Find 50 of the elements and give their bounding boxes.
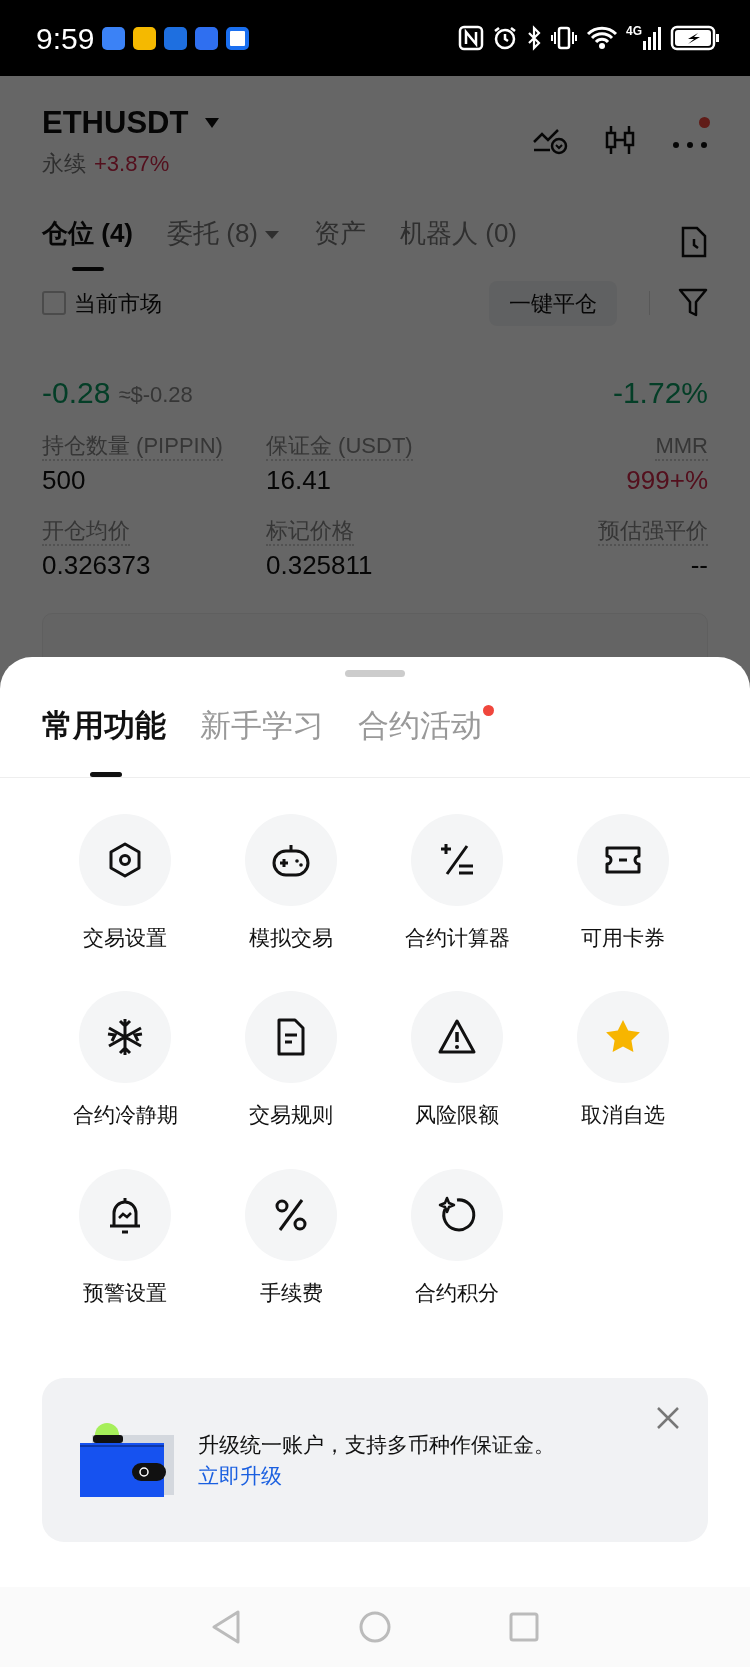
menu-item[interactable]: 风险限额: [374, 991, 540, 1131]
usb-app-icon: [102, 26, 126, 50]
bluetooth-icon: [526, 25, 542, 51]
tab-indicator: [71, 266, 104, 271]
field-value: 999+%: [626, 463, 708, 497]
wifi-icon: [586, 25, 618, 51]
snowflake-icon: [105, 1017, 145, 1057]
caret-icon[interactable]: [204, 117, 221, 130]
weibo-app-icon: [133, 26, 157, 50]
upgrade-link[interactable]: 立即升级: [198, 1460, 282, 1492]
menu-item[interactable]: 可用卡券: [540, 813, 706, 953]
menu-item[interactable]: 交易设置: [42, 813, 208, 953]
menu-item[interactable]: 合约积分: [374, 1168, 540, 1308]
field-value: 16.41: [266, 463, 332, 497]
banner-text: 升级统一账户，支持多币种作保证金。: [198, 1431, 555, 1458]
menu-item[interactable]: 取消自选: [540, 991, 706, 1131]
field-value: 0.326373: [42, 549, 151, 583]
menu-item[interactable]: 交易规则: [208, 991, 374, 1131]
drag-handle[interactable]: [345, 670, 405, 677]
close-icon[interactable]: [656, 1406, 680, 1430]
price-change: +3.87%: [94, 149, 170, 178]
tab[interactable]: 仓位 (4): [42, 213, 133, 253]
traffic-app-icon: [164, 26, 188, 50]
nfc-icon: [458, 25, 484, 51]
ring-app-icon: [226, 26, 250, 50]
clock-time: 9:59: [36, 20, 95, 57]
menu-item[interactable]: 预警设置: [42, 1168, 208, 1308]
roe-value: -1.72%: [612, 374, 708, 411]
symbol-title[interactable]: ETHUSDT: [42, 100, 189, 147]
warning-icon: [437, 1017, 477, 1057]
menu-item[interactable]: 手续费: [208, 1168, 374, 1308]
signal-icon: [642, 25, 662, 51]
network-label: 4G: [626, 25, 642, 37]
field-value: --: [690, 549, 708, 583]
filter-icon[interactable]: [678, 287, 708, 319]
pnl-value: -0.28: [42, 374, 111, 411]
menu-item[interactable]: 合约冷静期: [42, 991, 208, 1131]
menu-item[interactable]: 模拟交易: [208, 813, 374, 953]
field-value: 0.325811: [266, 549, 373, 583]
voice-app-icon: [195, 26, 219, 50]
battery-icon: [670, 25, 720, 51]
alarm-icon: [492, 25, 518, 51]
checkbox-label: 当前市场: [74, 289, 162, 318]
tab-indicator: [90, 771, 122, 777]
menu-item[interactable]: 合约计算器: [374, 813, 540, 953]
field-value: 500: [42, 463, 86, 497]
checkbox[interactable]: [42, 291, 66, 315]
tab[interactable]: 常用功能: [42, 703, 166, 750]
vibrate-icon: [550, 25, 578, 51]
order-history-icon[interactable]: [680, 225, 708, 259]
